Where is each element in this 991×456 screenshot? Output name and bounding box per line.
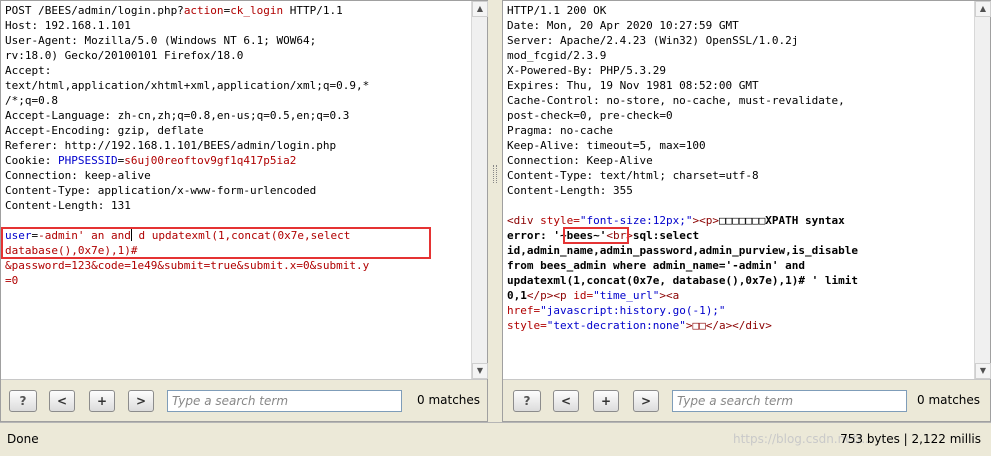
matches-count: 0 matches: [917, 393, 981, 407]
response-scrollbar[interactable]: ▲ ▼: [974, 1, 991, 379]
request-scrollbar[interactable]: ▲ ▼: [471, 1, 488, 379]
add-button[interactable]: +: [89, 390, 115, 412]
scroll-up-icon[interactable]: ▲: [472, 1, 488, 17]
next-button[interactable]: >: [633, 390, 659, 412]
scroll-up-icon[interactable]: ▲: [975, 1, 991, 17]
response-search-bar: ? < + > Type a search term 0 matches: [503, 379, 990, 421]
status-bar: Done https://blog.csdn.net/... 753 bytes…: [0, 422, 991, 456]
response-pane: HTTP/1.1 200 OK Date: Mon, 20 Apr 2020 1…: [502, 0, 991, 422]
search-input[interactable]: Type a search term: [167, 390, 402, 412]
splitter-grip-icon[interactable]: [493, 165, 497, 183]
scroll-down-icon[interactable]: ▼: [975, 363, 991, 379]
pane-splitter[interactable]: [488, 0, 502, 422]
next-button[interactable]: >: [128, 390, 154, 412]
help-button[interactable]: ?: [513, 390, 541, 412]
request-search-bar: ? < + > Type a search term 0 matches: [1, 379, 487, 421]
request-pane: POST /BEES/admin/login.php?action=ck_log…: [0, 0, 488, 422]
previous-button[interactable]: <: [49, 390, 75, 412]
text-cursor: [130, 229, 132, 241]
scroll-down-icon[interactable]: ▼: [472, 363, 488, 379]
add-button[interactable]: +: [593, 390, 619, 412]
help-button[interactable]: ?: [9, 390, 37, 412]
request-editor[interactable]: POST /BEES/admin/login.php?action=ck_log…: [1, 1, 471, 379]
status-text: Done: [7, 432, 39, 446]
previous-button[interactable]: <: [553, 390, 579, 412]
response-editor[interactable]: HTTP/1.1 200 OK Date: Mon, 20 Apr 2020 1…: [503, 1, 974, 379]
search-input[interactable]: Type a search term: [672, 390, 907, 412]
response-stats: 753 bytes | 2,122 millis: [840, 432, 981, 446]
matches-count: 0 matches: [417, 393, 481, 407]
